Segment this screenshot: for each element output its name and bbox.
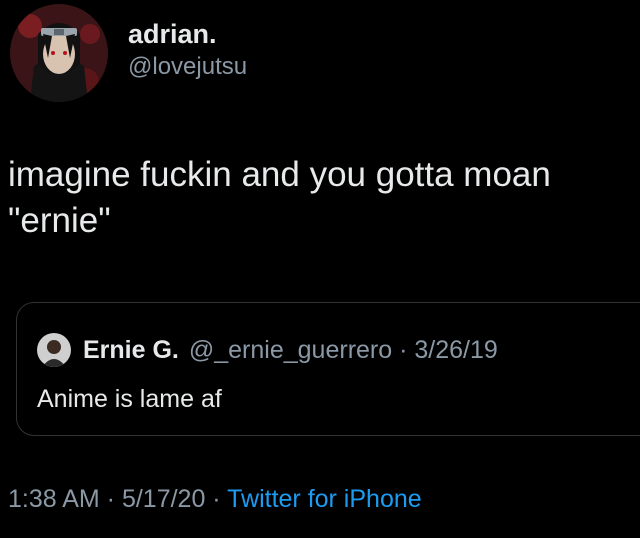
author-names: adrian. @lovejutsu [128, 18, 247, 84]
quoted-meta: @_ernie_guerrero · 3/26/19 [188, 335, 498, 364]
quoted-display-name[interactable]: Ernie G. [83, 336, 179, 365]
tweet-header: adrian. @lovejutsu [10, 4, 247, 104]
avatar[interactable] [10, 4, 108, 102]
tweet-timestamp[interactable]: 1:38 AM · 5/17/20 · [8, 485, 227, 513]
quoted-tweet-header: Ernie G. @_ernie_guerrero · 3/26/19 [37, 333, 498, 367]
tweet-footer: 1:38 AM · 5/17/20 · Twitter for iPhone [8, 485, 422, 514]
quoted-tweet-text: Anime is lame af [37, 385, 222, 413]
quoted-avatar [37, 333, 71, 367]
tweet-text: imagine fuckin and you gotta moan "ernie… [8, 155, 551, 240]
quoted-tweet[interactable]: Ernie G. @_ernie_guerrero · 3/26/19 Anim… [16, 302, 640, 436]
display-name[interactable]: adrian. [128, 18, 247, 50]
user-avatar-icon [37, 333, 71, 367]
user-handle[interactable]: @lovejutsu [128, 50, 247, 84]
tweet-source-link[interactable]: Twitter for iPhone [227, 485, 422, 513]
anime-character-avatar-icon [10, 4, 108, 102]
tweet: adrian. @lovejutsu imagine fuckin and yo… [0, 0, 640, 538]
